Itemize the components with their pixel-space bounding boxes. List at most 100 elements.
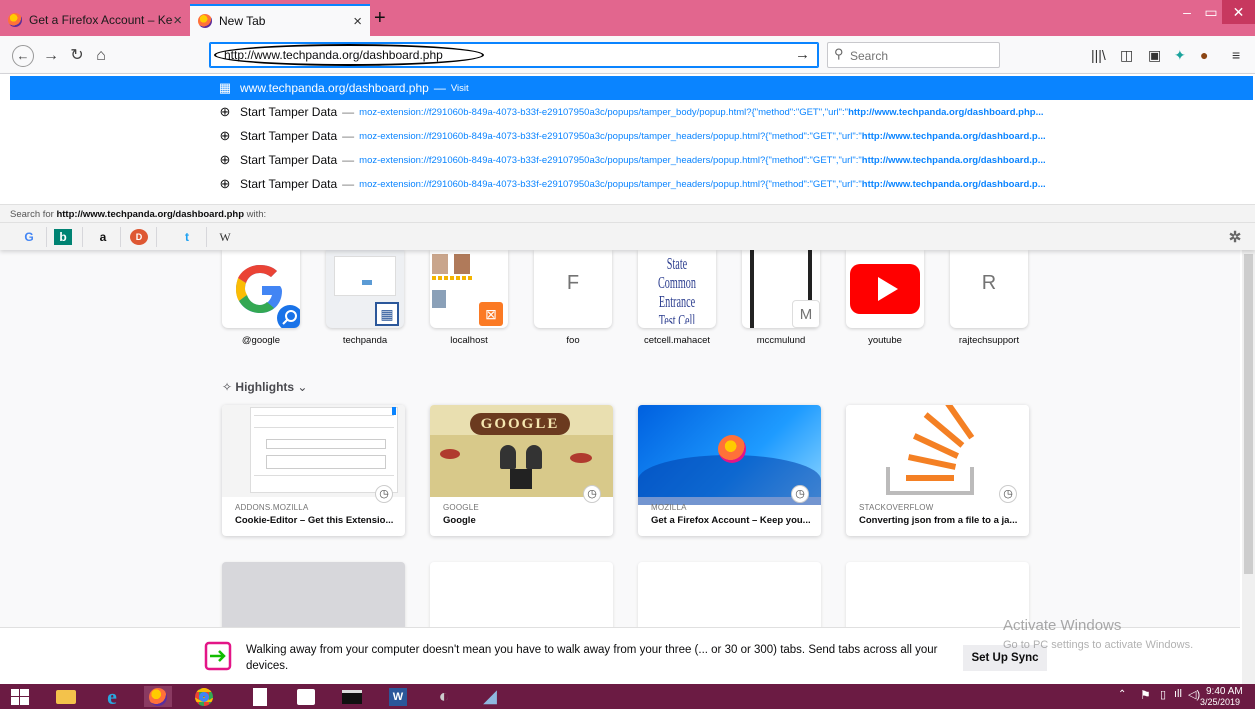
xampp-icon: ⊠: [479, 302, 503, 326]
word-icon[interactable]: W: [384, 686, 412, 707]
autocomplete-row[interactable]: ⊕ Start Tamper Data — moz-extension://f2…: [10, 172, 1253, 196]
google-search-icon[interactable]: G: [20, 229, 38, 245]
minimize-button[interactable]: –: [1174, 0, 1200, 24]
tab-label: Get a Firefox Account – Keep y: [29, 13, 173, 27]
row-title: Start Tamper Data: [240, 105, 338, 119]
maximize-button[interactable]: ▭: [1200, 0, 1222, 24]
highlight-source: MOZILLA: [651, 503, 687, 512]
highlights-icon: ✧: [222, 380, 233, 394]
autocomplete-row[interactable]: ⊕ Start Tamper Data — moz-extension://f2…: [10, 124, 1253, 148]
row-title: Start Tamper Data: [240, 129, 338, 143]
search-settings-icon[interactable]: ✲: [1226, 229, 1244, 246]
row-separator: —: [433, 81, 446, 95]
clock-icon: ◷: [375, 485, 393, 503]
internet-explorer-icon[interactable]: e: [98, 684, 126, 709]
clock-time[interactable]: 9:40 AM: [1206, 686, 1243, 697]
top-site-cetcell[interactable]: State Common Entrance Test Cell: [638, 250, 716, 328]
window-close-button[interactable]: ✕: [1222, 0, 1255, 24]
search-with-label: Search for http://www.techpanda.org/dash…: [0, 204, 1255, 222]
top-site-label: localhost: [450, 335, 488, 346]
battery-icon[interactable]: ▯: [1160, 688, 1166, 701]
autocomplete-row[interactable]: ⊕ Start Tamper Data — moz-extension://f2…: [10, 100, 1253, 124]
row-title: Start Tamper Data: [240, 153, 338, 167]
globe-icon: ⊕: [219, 128, 231, 143]
top-site-label: mccmulund: [756, 335, 806, 346]
close-icon[interactable]: ×: [353, 13, 362, 30]
go-arrow-icon[interactable]: →: [795, 46, 810, 63]
highlights-heading[interactable]: ✧ Highlights ⌄: [222, 380, 307, 394]
page-scrollbar[interactable]: [1242, 250, 1255, 684]
store-icon[interactable]: [292, 686, 320, 707]
sidebar-icon[interactable]: ◫: [1120, 47, 1133, 64]
top-site-techpanda[interactable]: ▦: [326, 250, 404, 328]
new-tab-button[interactable]: +: [374, 8, 386, 28]
tile-letter: M: [792, 300, 820, 328]
extension-icon[interactable]: ✦: [1174, 47, 1186, 64]
wikipedia-search-icon[interactable]: W: [216, 229, 234, 245]
scrollbar-thumb[interactable]: [1244, 254, 1253, 574]
row-separator: —: [342, 105, 355, 119]
top-site-localhost[interactable]: ⊠: [430, 250, 508, 328]
chrome-icon[interactable]: [190, 686, 218, 707]
autocomplete-popup: ▦ www.techpanda.org/dashboard.php — Visi…: [0, 74, 1255, 250]
chevron-down-icon: ⌄: [297, 380, 308, 394]
page-icon: ▦: [218, 80, 232, 95]
url-bar[interactable]: http://www.techpanda.org/dashboard.php →: [209, 42, 819, 68]
tile-letter: R: [981, 272, 997, 294]
tab-label: New Tab: [219, 14, 266, 28]
grid-icon: ▦: [375, 302, 399, 326]
twitter-search-icon[interactable]: t: [178, 229, 196, 245]
autocomplete-row[interactable]: ▦ www.techpanda.org/dashboard.php — Visi…: [10, 76, 1253, 100]
top-site-google[interactable]: [222, 250, 300, 328]
selenium-icon[interactable]: ▣: [1148, 47, 1161, 64]
home-button[interactable]: ⌂: [90, 45, 112, 67]
clock-icon: ◷: [791, 485, 809, 503]
top-site-youtube[interactable]: [846, 250, 924, 328]
search-bar[interactable]: ⚲ Search: [827, 42, 1000, 68]
top-site-rajtechsupport[interactable]: R: [950, 250, 1028, 328]
cookie-icon[interactable]: ●: [1200, 47, 1208, 63]
firefox-taskbar-icon[interactable]: [144, 686, 172, 707]
highlight-card[interactable]: ◷ ADDONS.MOZILLA Cookie-Editor – Get thi…: [222, 405, 405, 536]
highlight-title: Get a Firefox Account – Keep you...: [651, 515, 811, 526]
eclipse-icon[interactable]: ◐: [430, 686, 458, 707]
highlight-title: Google: [443, 515, 476, 526]
reload-button[interactable]: ↻: [66, 45, 88, 67]
tab-firefox-account[interactable]: Get a Firefox Account – Keep y ×: [0, 4, 190, 36]
file-explorer-icon[interactable]: [52, 686, 80, 707]
tile-thumb-text: State Common Entrance Test Cell: [658, 254, 696, 324]
volume-icon[interactable]: ◁): [1188, 688, 1200, 701]
tile-letter: F: [566, 272, 580, 294]
url-input[interactable]: http://www.techpanda.org/dashboard.php: [224, 48, 443, 62]
tray-chevron-icon[interactable]: ⌃: [1118, 689, 1126, 700]
top-site-mccmulund[interactable]: M: [742, 250, 820, 328]
highlight-title: Converting json from a file to a ja...: [859, 515, 1018, 526]
action-center-icon[interactable]: ⚑: [1140, 688, 1151, 702]
highlight-source: ADDONS.MOZILLA: [235, 503, 309, 512]
menu-icon[interactable]: ≡: [1232, 47, 1240, 63]
autocomplete-row[interactable]: ⊕ Start Tamper Data — moz-extension://f2…: [10, 148, 1253, 172]
duckduckgo-search-icon[interactable]: D: [130, 229, 148, 245]
firefox-icon: [198, 14, 212, 28]
highlight-source: GOOGLE: [443, 503, 479, 512]
firefox-icon: [8, 13, 22, 27]
clock-icon: ◷: [583, 485, 601, 503]
start-button[interactable]: [6, 686, 34, 707]
terminal-icon[interactable]: [338, 686, 366, 707]
tab-new-tab[interactable]: New Tab ×: [190, 4, 370, 36]
forward-button[interactable]: →: [40, 45, 62, 67]
utility-icon[interactable]: ◢: [476, 686, 504, 707]
top-site-foo[interactable]: F: [534, 250, 612, 328]
highlight-card[interactable]: ◷ STACKOVERFLOW Converting json from a f…: [846, 405, 1029, 536]
library-icon[interactable]: |||\: [1091, 47, 1106, 63]
activate-windows-subtext: Go to PC settings to activate Windows.: [1003, 639, 1194, 651]
clock-date[interactable]: 3/25/2019: [1200, 697, 1240, 707]
bing-search-icon[interactable]: b: [54, 229, 72, 245]
network-icon[interactable]: ıll: [1174, 688, 1182, 700]
highlight-card[interactable]: GOOGLE ◷ GOOGLE Google: [430, 405, 613, 536]
close-icon[interactable]: ×: [173, 12, 182, 29]
back-button[interactable]: ←: [12, 45, 34, 67]
amazon-search-icon[interactable]: a: [94, 229, 112, 245]
highlight-card[interactable]: ◷ MOZILLA Get a Firefox Account – Keep y…: [638, 405, 821, 536]
document-icon[interactable]: [246, 686, 274, 707]
